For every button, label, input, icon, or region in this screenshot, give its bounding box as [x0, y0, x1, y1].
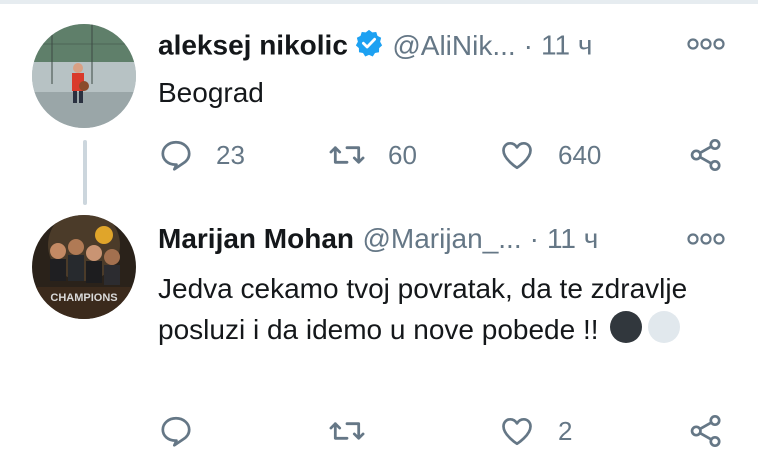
- heart-icon: [498, 137, 536, 173]
- like-button[interactable]: 640: [498, 135, 601, 175]
- display-name[interactable]: aleksej nikolic: [158, 30, 348, 61]
- avatar[interactable]: [32, 24, 136, 128]
- verified-badge-icon: [354, 28, 384, 63]
- share-icon: [688, 137, 724, 173]
- thread-connector: [83, 140, 87, 205]
- reply-count: 23: [216, 139, 245, 170]
- retweet-button[interactable]: 60: [328, 135, 417, 175]
- heart-icon: [498, 413, 536, 449]
- timestamp[interactable]: 11 ч: [541, 30, 592, 61]
- separator: ·: [523, 29, 533, 61]
- tweet[interactable]: CHAMPIONS Marijan Mohan @Marijan_... · 11 …: [0, 205, 758, 467]
- separator: ·: [529, 223, 539, 254]
- display-name[interactable]: Marijan Mohan: [158, 223, 354, 254]
- avatar-caption: CHAMPIONS: [50, 292, 117, 304]
- more-icon[interactable]: [686, 36, 726, 57]
- retweet-icon: [328, 137, 366, 173]
- more-icon[interactable]: [686, 231, 726, 252]
- share-button[interactable]: [688, 135, 724, 175]
- like-count: 640: [558, 139, 602, 170]
- tweet-header: aleksej nikolic @AliNik... · 11 ч: [158, 28, 738, 68]
- user-handle[interactable]: @Marijan_...: [362, 223, 521, 254]
- share-icon: [688, 413, 724, 449]
- timestamp[interactable]: 11 ч: [547, 223, 598, 254]
- tweet-text-container: Jedva cekamo tvoj povratak, da te zdravl…: [158, 268, 718, 356]
- tweet-actions: 2: [158, 411, 728, 451]
- tweet-text: Beograd: [158, 77, 264, 108]
- tweet-actions: 23 60 640: [158, 135, 728, 175]
- reply-button[interactable]: [158, 411, 216, 451]
- tweet-header: Marijan Mohan @Marijan_... · 11 ч: [158, 223, 738, 263]
- like-count: 2: [558, 415, 573, 446]
- retweet-count: 60: [388, 139, 417, 170]
- black-circle-emoji: [608, 309, 644, 356]
- retweet-button[interactable]: [328, 411, 388, 451]
- reply-button[interactable]: 23: [158, 135, 245, 175]
- tweet[interactable]: aleksej nikolic @AliNik... · 11 ч Beograd …: [0, 0, 758, 205]
- share-button[interactable]: [688, 411, 724, 451]
- like-button[interactable]: 2: [498, 411, 572, 451]
- user-handle[interactable]: @AliNik...: [392, 30, 515, 61]
- reply-icon: [158, 413, 194, 449]
- avatar[interactable]: CHAMPIONS: [32, 215, 136, 319]
- white-circle-emoji: [646, 309, 682, 356]
- reply-icon: [158, 137, 194, 173]
- retweet-icon: [328, 413, 366, 449]
